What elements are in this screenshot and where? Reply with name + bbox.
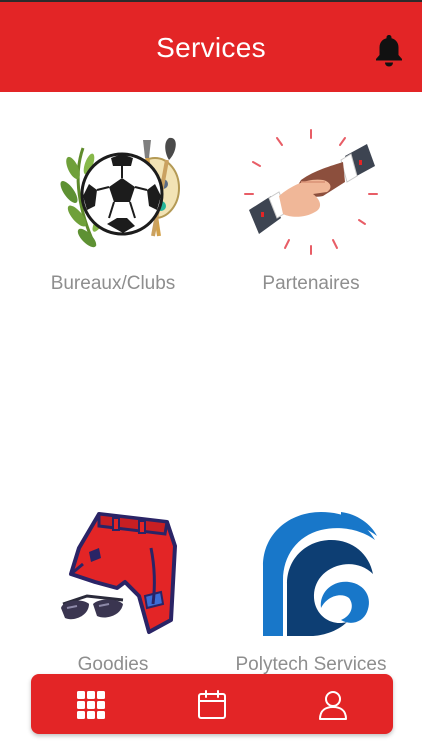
- bell-icon[interactable]: [372, 32, 406, 68]
- service-tile-bureaux-clubs[interactable]: Bureaux/Clubs: [13, 126, 213, 295]
- clubs-sports-arts-icon: [60, 137, 180, 248]
- wave-logo-icon: [263, 512, 377, 636]
- service-label: Bureaux/Clubs: [50, 273, 176, 294]
- grid-icon[interactable]: [74, 688, 108, 722]
- service-tile-partenaires[interactable]: Partenaires: [211, 126, 411, 295]
- goodies-clothing-icon: [61, 512, 177, 634]
- service-tile-polytech-services[interactable]: Polytech Services: [211, 508, 411, 676]
- bottom-nav: [31, 674, 393, 734]
- service-tile-goodies[interactable]: Goodies: [13, 508, 213, 676]
- service-label: Goodies: [77, 654, 149, 675]
- page-title: Services: [156, 32, 266, 63]
- service-label: Partenaires: [262, 273, 360, 294]
- handshake-icon: [244, 129, 378, 255]
- calendar-icon[interactable]: [195, 688, 229, 722]
- app-header: Services: [0, 2, 422, 92]
- user-icon[interactable]: [316, 688, 350, 722]
- service-label: Polytech Services: [235, 654, 387, 675]
